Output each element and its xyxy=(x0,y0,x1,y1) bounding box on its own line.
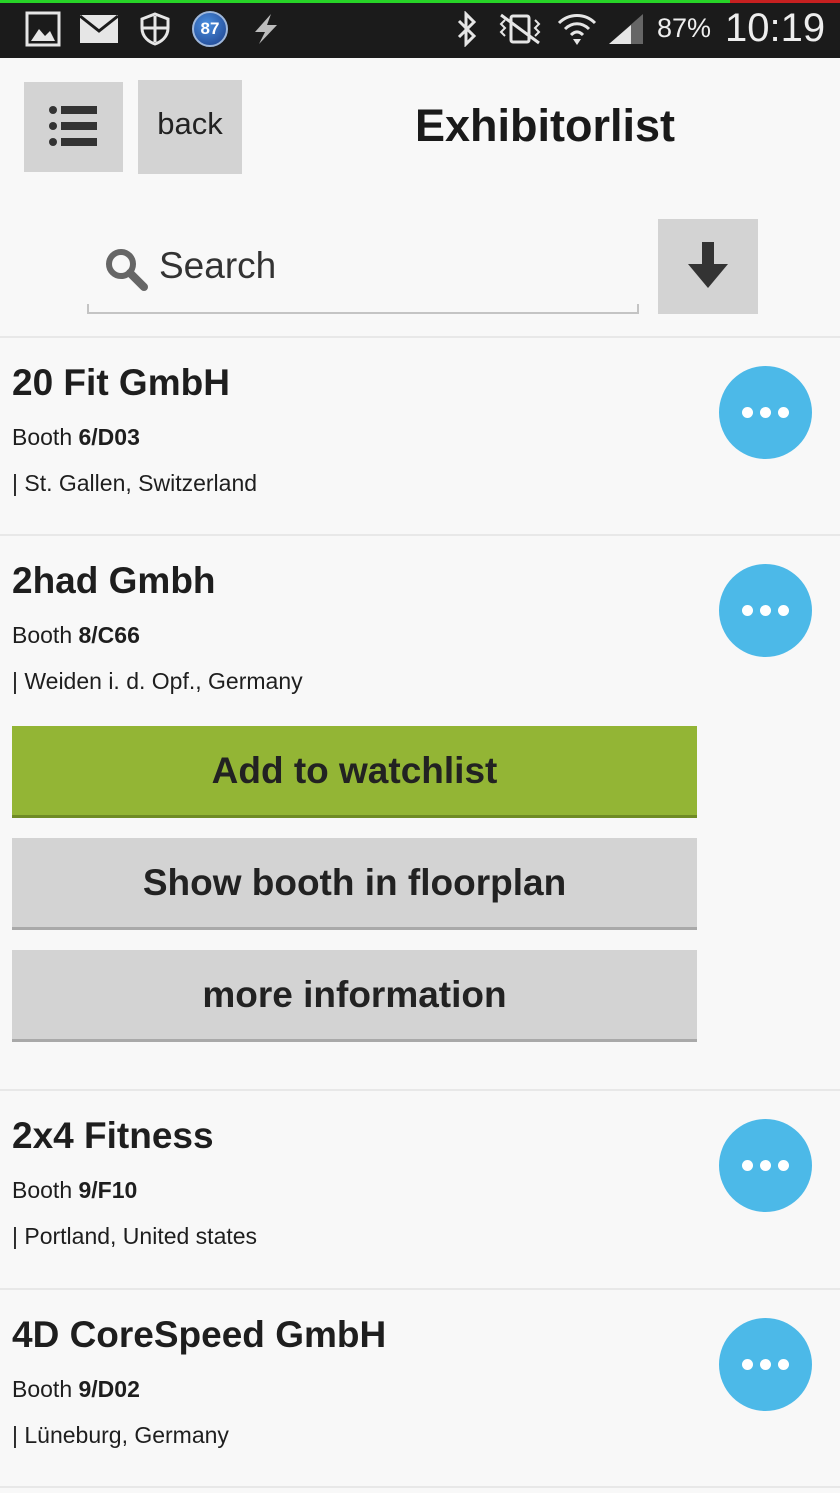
more-dots-icon xyxy=(742,1359,789,1370)
signal-icon xyxy=(606,10,646,48)
exhibitor-booth: Booth 9/F10 xyxy=(12,1177,137,1204)
list-item[interactable]: 4D CoreSpeed GmbH Booth 9/D02 | Lüneburg… xyxy=(0,1290,840,1486)
show-booth-in-floorplan-button[interactable]: Show booth in floorplan xyxy=(12,838,697,930)
exhibitor-location: | Lüneburg, Germany xyxy=(12,1422,229,1448)
page-title: Exhibitorlist xyxy=(414,100,676,151)
more-dots-icon xyxy=(742,1160,789,1171)
more-options-button[interactable] xyxy=(719,366,812,459)
list-divider xyxy=(0,1486,840,1488)
booth-number: 8/C66 xyxy=(78,622,140,648)
gallery-icon xyxy=(24,10,62,48)
more-options-button[interactable] xyxy=(719,1318,812,1411)
wifi-icon xyxy=(556,10,598,48)
vibrate-mute-icon xyxy=(494,10,546,48)
more-dots-icon xyxy=(742,605,789,616)
flash-icon xyxy=(248,10,284,48)
add-to-watchlist-button[interactable]: Add to watchlist xyxy=(12,726,697,818)
download-progress-line xyxy=(0,0,730,3)
more-options-button[interactable] xyxy=(719,564,812,657)
exhibitor-booth: Booth 9/D02 xyxy=(12,1376,140,1403)
shield-icon xyxy=(138,10,172,48)
search-input[interactable] xyxy=(159,238,629,294)
more-options-button[interactable] xyxy=(719,1119,812,1212)
booth-prefix: Booth xyxy=(12,1177,73,1203)
exhibitor-booth: Booth 8/C66 xyxy=(12,622,140,649)
search-icon xyxy=(103,246,149,292)
booth-number: 6/D03 xyxy=(78,424,140,450)
list-item[interactable]: 20 Fit GmbH Booth 6/D03 | St. Gallen, Sw… xyxy=(0,338,840,534)
battery-warning-line xyxy=(730,0,840,3)
badge-count: 87 xyxy=(192,11,228,47)
exhibitor-name: 20 Fit GmbH xyxy=(12,362,230,403)
battery-percentage: 87% xyxy=(657,13,712,43)
mail-icon xyxy=(78,10,120,48)
booth-prefix: Booth xyxy=(12,622,73,648)
more-information-button[interactable]: more information xyxy=(12,950,697,1042)
exhibitor-location: | St. Gallen, Switzerland xyxy=(12,470,258,496)
status-bar: 87 87% 10:19 xyxy=(0,0,840,58)
more-dots-icon xyxy=(742,407,789,418)
badge-icon: 87 xyxy=(191,10,229,48)
exhibitor-booth: Booth 6/D03 xyxy=(12,424,140,451)
list-item[interactable]: 2x4 Fitness Booth 9/F10 | Portland, Unit… xyxy=(0,1091,840,1287)
booth-prefix: Booth xyxy=(12,1376,73,1402)
clock: 10:19 xyxy=(725,6,826,50)
arrow-down-icon xyxy=(686,240,730,293)
back-button[interactable]: back xyxy=(138,80,242,174)
booth-prefix: Booth xyxy=(12,424,73,450)
exhibitor-name: 2x4 Fitness xyxy=(12,1115,214,1156)
bluetooth-icon xyxy=(452,10,482,48)
exhibitor-location: | Portland, United states xyxy=(12,1223,258,1249)
download-button[interactable] xyxy=(658,219,758,314)
booth-number: 9/D02 xyxy=(78,1376,140,1402)
list-menu-icon xyxy=(48,105,99,150)
exhibitor-location: | Weiden i. d. Opf., Germany xyxy=(12,668,303,694)
exhibitor-name: 4D CoreSpeed GmbH xyxy=(12,1314,387,1355)
search-field[interactable] xyxy=(87,222,639,314)
booth-number: 9/F10 xyxy=(78,1177,138,1203)
exhibitor-name: 2had Gmbh xyxy=(12,560,216,601)
menu-button[interactable] xyxy=(24,82,123,172)
